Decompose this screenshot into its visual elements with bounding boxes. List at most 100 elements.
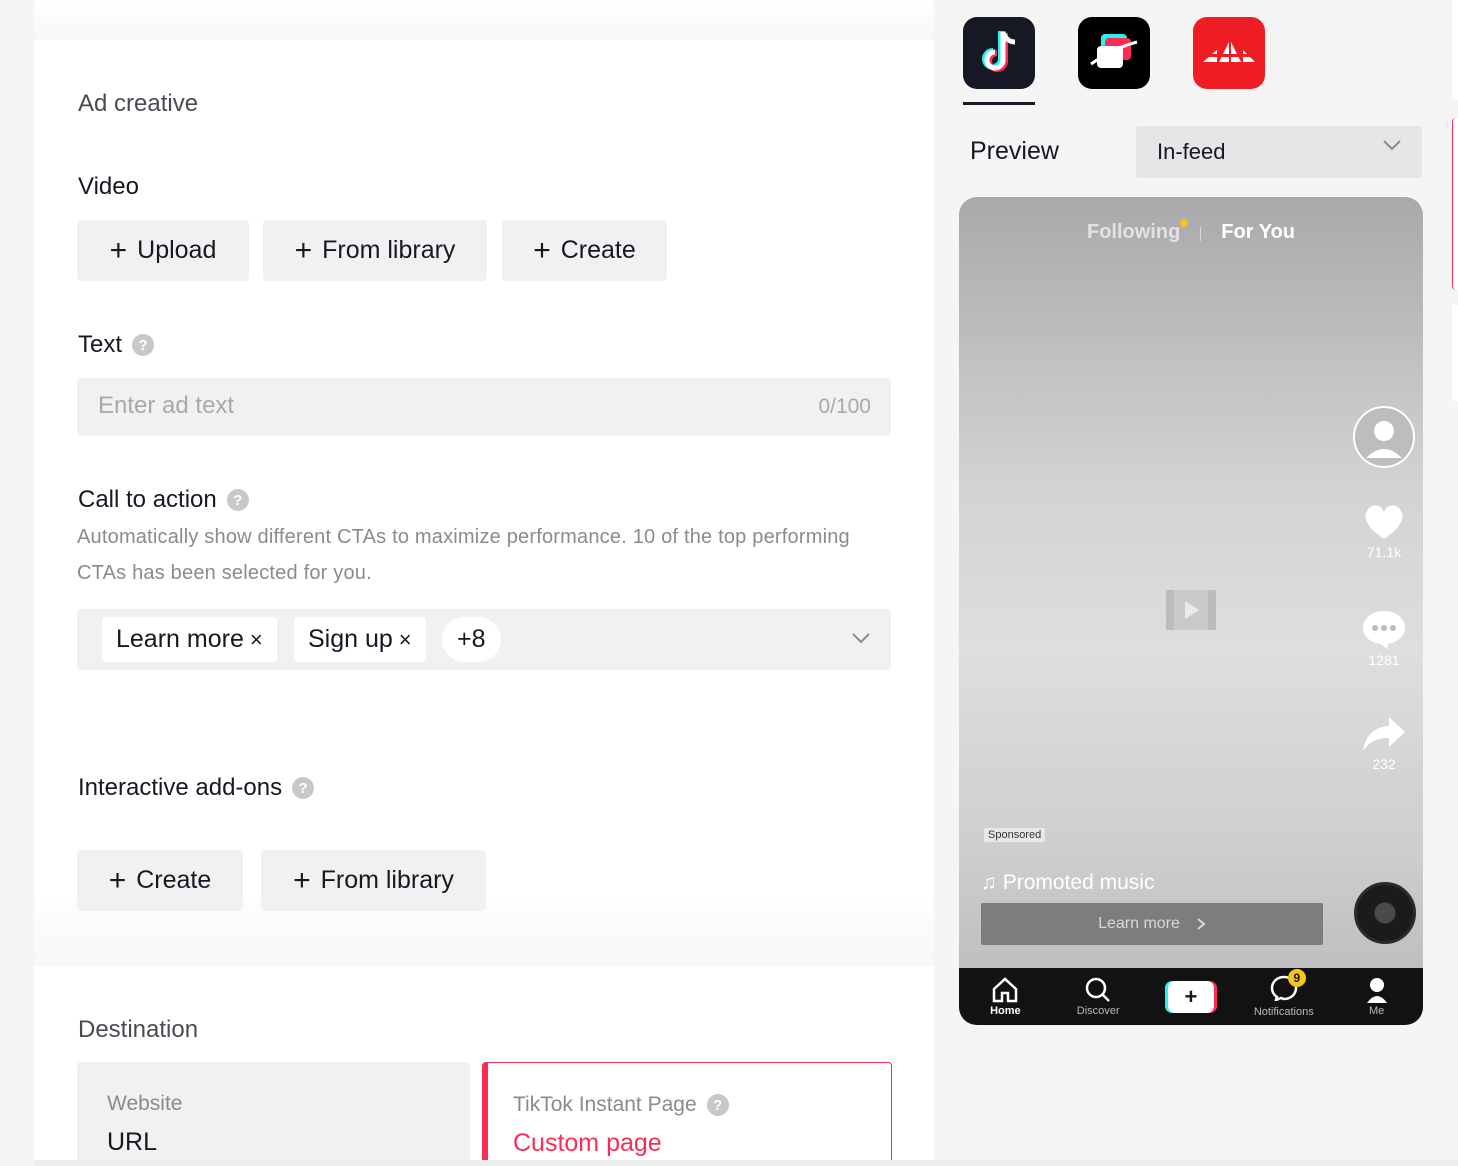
- edge-panel: [1452, 118, 1458, 290]
- addon-from-library-label: From library: [320, 866, 454, 894]
- nav-notifications: 9 Notifications: [1249, 969, 1319, 1018]
- comment-count: 1281: [1368, 652, 1400, 668]
- other-app-tab[interactable]: [1193, 17, 1265, 89]
- upload-button[interactable]: + Upload: [77, 220, 249, 281]
- like-count: 71.1k: [1366, 544, 1402, 560]
- text-label-text: Text: [78, 331, 123, 358]
- edge-panel: [1452, 305, 1458, 401]
- section-title-destination: Destination: [78, 1016, 199, 1043]
- nav-home: Home: [970, 976, 1040, 1017]
- tiktok-app-tab[interactable]: [963, 17, 1035, 89]
- cta-multiselect[interactable]: Learn more × Sign up × +8: [77, 609, 891, 670]
- ad-text-placeholder: Enter ad text: [98, 392, 235, 419]
- home-icon: [993, 976, 1018, 1002]
- sponsored-badge: Sponsored: [984, 828, 1046, 842]
- plus-icon: +: [294, 233, 313, 267]
- cta-chip[interactable]: Sign up ×: [294, 617, 426, 662]
- nav-home-label: Home: [990, 1004, 1021, 1017]
- addon-create-label: Create: [136, 866, 212, 894]
- more-cta-count[interactable]: +8: [442, 617, 501, 662]
- cta-chip-label: Learn more: [116, 625, 244, 653]
- other-app-icon: [1203, 42, 1255, 62]
- close-icon[interactable]: ×: [250, 627, 263, 653]
- char-counter: 0/100: [818, 395, 871, 418]
- help-icon[interactable]: ?: [706, 1094, 729, 1116]
- for-you-tab: For You: [1221, 221, 1295, 243]
- destination-instant-page-option[interactable]: TikTok Instant Page ? Custom page: [482, 1062, 892, 1166]
- nav-discover: Discover: [1063, 977, 1133, 1017]
- comment-action: 1281: [1353, 609, 1415, 668]
- plus-icon: +: [293, 863, 311, 897]
- avatar-icon: [1353, 406, 1415, 468]
- share-icon: [1363, 717, 1405, 751]
- website-value: URL: [107, 1128, 158, 1156]
- plus-icon: +: [108, 863, 127, 897]
- destination-card: Destination Website URL TikTok Instant P…: [34, 966, 934, 1166]
- plus-icon: +: [109, 233, 128, 267]
- addons-label: Interactive add-ons ?: [78, 774, 315, 802]
- search-icon: [1085, 977, 1111, 1002]
- video-from-library-button[interactable]: + From library: [263, 220, 487, 281]
- cta-chip[interactable]: Learn more ×: [102, 617, 277, 662]
- create-label: Create: [560, 236, 636, 264]
- addons-card: Interactive add-ons ? + Create + From li…: [34, 724, 934, 966]
- bottom-edge: [34, 1160, 1458, 1166]
- ad-form: Ad creative Video + Upload + From librar…: [34, 0, 934, 1166]
- share-count: 232: [1372, 756, 1396, 772]
- chevron-down-icon: [1383, 140, 1401, 151]
- bottom-nav: Home Discover + 9 Notifications Me: [959, 968, 1423, 1025]
- text-label: Text ?: [78, 331, 155, 359]
- video-placeholder-icon: [1166, 590, 1216, 630]
- chevron-down-icon[interactable]: [851, 631, 871, 645]
- website-label: Website: [107, 1092, 183, 1115]
- new-dot: [1180, 219, 1189, 227]
- nav-discover-label: Discover: [1076, 1004, 1120, 1017]
- video-label-text: Video: [78, 173, 139, 200]
- addons-label-text: Interactive add-ons: [78, 774, 283, 801]
- edge-panel: [1452, 0, 1458, 100]
- from-library-label: From library: [322, 236, 456, 264]
- music-info: ♫ Promoted music: [981, 871, 1154, 895]
- music-label: Promoted music: [1002, 871, 1155, 894]
- addon-create-button[interactable]: + Create: [77, 850, 243, 911]
- profile-icon: [1366, 977, 1387, 1003]
- help-icon[interactable]: ?: [132, 334, 155, 356]
- feed-tabs: Following For You: [959, 219, 1423, 244]
- pangle-app-tab[interactable]: [1078, 17, 1150, 89]
- ad-text-input[interactable]: Enter ad text 0/100: [77, 378, 891, 436]
- cta-chip-label: Sign up: [308, 625, 393, 653]
- tiktok-icon: [982, 31, 1016, 72]
- phone-preview: Following For You 71.1k 1281 232 Sponsor…: [959, 197, 1423, 1025]
- creator-avatar: [1353, 406, 1415, 471]
- destination-website-option[interactable]: Website URL: [77, 1062, 470, 1166]
- learn-more-button[interactable]: Learn more: [981, 903, 1323, 945]
- video-create-button[interactable]: + Create: [502, 220, 667, 281]
- chevron-right-icon: [1197, 918, 1206, 930]
- pangle-icon: [1090, 34, 1138, 68]
- addon-from-library-button[interactable]: + From library: [261, 850, 486, 911]
- plus-icon: +: [533, 233, 551, 267]
- nav-me-label: Me: [1368, 1004, 1385, 1017]
- active-tab-indicator: [963, 102, 1035, 105]
- preview-panel: Preview In-feed Following For You 71.1k …: [934, 0, 1458, 1166]
- learn-more-label: Learn more: [1098, 915, 1180, 932]
- placement-select[interactable]: In-feed: [1136, 126, 1422, 178]
- tab-separator: [1200, 227, 1202, 241]
- share-action: 232: [1353, 715, 1415, 772]
- music-note-icon: ♫: [981, 871, 997, 894]
- ad-creative-card: Ad creative Video + Upload + From librar…: [34, 40, 934, 724]
- help-icon[interactable]: ?: [292, 777, 315, 799]
- upload-button-label: Upload: [137, 236, 217, 264]
- placement-value: In-feed: [1157, 139, 1226, 164]
- inbox-icon-wrap: 9: [1270, 969, 1306, 1004]
- comment-icon: [1363, 611, 1405, 649]
- close-icon[interactable]: ×: [399, 627, 412, 653]
- instant-page-label-text: TikTok Instant Page: [513, 1093, 697, 1116]
- top-strip: [34, 0, 934, 40]
- music-disc-icon: [1354, 882, 1416, 944]
- nav-notifications-label: Notifications: [1253, 1006, 1314, 1018]
- help-icon[interactable]: ?: [226, 489, 249, 511]
- add-icon: +: [1167, 980, 1214, 1013]
- cta-description: Automatically show different CTAs to max…: [77, 526, 850, 584]
- notification-badge: 9: [1287, 969, 1306, 987]
